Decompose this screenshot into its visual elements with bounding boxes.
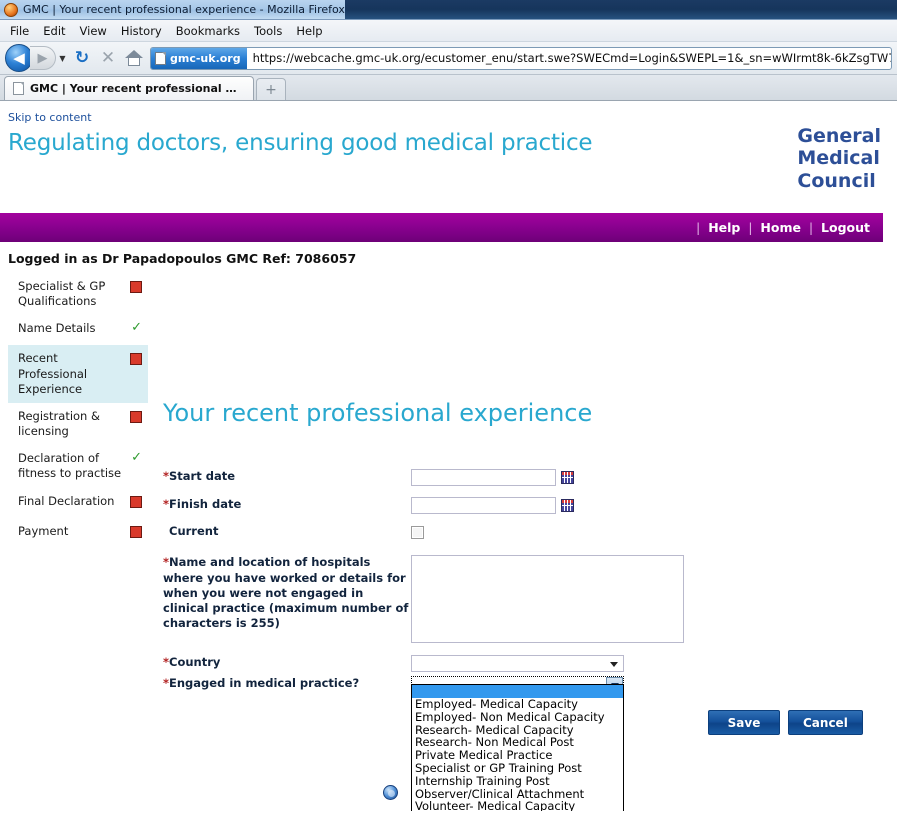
current-checkbox[interactable] — [411, 526, 424, 539]
calendar-icon[interactable] — [561, 499, 574, 512]
label-engaged-in-medical-practice: *Engaged in medical practice? — [163, 676, 360, 691]
back-arrow-icon[interactable]: ◀ — [5, 44, 33, 72]
nav-link-help[interactable]: Help — [708, 220, 740, 235]
menu-edit[interactable]: Edit — [37, 22, 71, 40]
form-actions: Save Cancel — [708, 710, 863, 735]
chevron-down-icon — [610, 662, 618, 668]
recent-experience-form: *Start date *Finish date Current *Name a… — [163, 469, 883, 696]
reload-icon[interactable]: ↻ — [69, 48, 95, 68]
site-identity-badge[interactable]: gmc-uk.org — [151, 47, 247, 69]
skip-to-content-link[interactable]: Skip to content — [0, 101, 897, 124]
browser-titlebar: GMC | Your recent professional experienc… — [0, 0, 897, 20]
forward-arrow-icon[interactable]: ▶ — [30, 46, 56, 70]
sidebar-item-label: Specialist & GP Qualifications — [18, 279, 106, 309]
gmc-logo: General Medical Council — [797, 125, 881, 192]
primary-nav-bar: | Help | Home | Logout — [0, 213, 883, 242]
cancel-button[interactable]: Cancel — [788, 710, 863, 735]
firefox-logo-icon — [4, 2, 18, 17]
form-row-hospitals: *Name and location of hospitals where yo… — [163, 555, 883, 644]
menu-tools[interactable]: Tools — [248, 22, 288, 40]
progress-sidebar: Specialist & GP Qualifications Name Deta… — [8, 273, 148, 548]
tab-label: GMC | Your recent professional expe... — [30, 82, 241, 95]
form-row-finish-date: *Finish date — [163, 497, 883, 514]
url-bar[interactable]: gmc-uk.org https://webcache.gmc-uk.org/e… — [150, 46, 892, 70]
logged-in-status: Logged in as Dr Papadopoulos GMC Ref: 70… — [8, 251, 357, 266]
stop-icon[interactable]: ✕ — [95, 48, 121, 68]
history-dropdown-icon[interactable]: ▼ — [56, 54, 69, 63]
dropdown-option[interactable]: Volunteer- Medical Capacity — [412, 800, 623, 811]
label-hospitals: *Name and location of hospitals where yo… — [163, 555, 409, 631]
menu-file[interactable]: File — [4, 22, 35, 40]
sidebar-item-payment[interactable]: Payment — [8, 518, 148, 548]
hospitals-textarea[interactable] — [411, 555, 684, 644]
status-incomplete-icon — [130, 281, 142, 293]
nav-separator: | — [696, 220, 701, 235]
status-complete-icon: ✓ — [131, 320, 142, 336]
page-document-icon — [155, 51, 166, 65]
logo-line-3: Council — [797, 169, 876, 192]
finish-date-input[interactable] — [411, 497, 556, 514]
site-identity-label: gmc-uk.org — [170, 51, 241, 65]
form-row-start-date: *Start date — [163, 469, 883, 486]
calendar-icon[interactable] — [561, 471, 574, 484]
url-input[interactable]: https://webcache.gmc-uk.org/ecustomer_en… — [247, 51, 891, 65]
menu-bookmarks[interactable]: Bookmarks — [170, 22, 246, 40]
window-title: GMC | Your recent professional experienc… — [23, 3, 345, 16]
page-title: Your recent professional experience — [163, 399, 593, 427]
sidebar-item-label: Payment — [18, 523, 69, 538]
form-row-country: *Country — [163, 655, 883, 673]
nav-link-logout[interactable]: Logout — [821, 220, 870, 235]
new-tab-button[interactable]: + — [256, 78, 286, 100]
sidebar-item-name-details[interactable]: Name Details ✓ — [8, 315, 148, 345]
save-button[interactable]: Save — [708, 710, 780, 735]
browser-navigation-toolbar: ◀ ▶ ▼ ↻ ✕ gmc-uk.org https://webcache.gm… — [0, 42, 897, 75]
sidebar-item-label: Declaration of fitness to practise — [18, 451, 122, 481]
status-incomplete-icon — [130, 495, 142, 508]
status-incomplete-icon — [130, 525, 142, 538]
nav-link-home[interactable]: Home — [760, 220, 801, 235]
sidebar-item-recent-professional-experience[interactable]: Recent Professional Experience — [8, 345, 148, 403]
page-content: Skip to content Regulating doctors, ensu… — [0, 101, 897, 811]
sidebar-item-final-declaration[interactable]: Final Declaration — [8, 488, 148, 518]
status-incomplete-icon — [130, 410, 142, 423]
sidebar-item-specialist-gp-qualifications[interactable]: Specialist & GP Qualifications — [8, 273, 148, 315]
label-current: Current — [169, 524, 219, 538]
sidebar-item-label: Name Details — [18, 321, 96, 336]
globe-icon — [383, 785, 398, 800]
dropdown-option[interactable]: Specialist or GP Training Post — [412, 762, 623, 775]
sidebar-item-label: Registration & licensing — [18, 408, 100, 439]
titlebar-right-fill — [345, 0, 897, 19]
dropdown-option[interactable]: Employed- Medical Capacity — [412, 698, 623, 711]
form-row-current: Current — [163, 524, 883, 539]
browser-menubar: File Edit View History Bookmarks Tools H… — [0, 20, 897, 42]
status-complete-icon: ✓ — [131, 450, 142, 466]
browser-tabbar: GMC | Your recent professional expe... + — [0, 75, 897, 101]
label-finish-date: *Finish date — [163, 497, 242, 511]
home-icon[interactable] — [121, 48, 147, 68]
site-strapline: Regulating doctors, ensuring good medica… — [8, 130, 593, 156]
nav-separator: | — [748, 220, 753, 235]
tab-favicon-icon — [13, 82, 24, 95]
logo-line-2: Medical — [797, 147, 880, 170]
status-incomplete-icon — [130, 353, 142, 366]
nav-separator: | — [808, 220, 814, 235]
menu-view[interactable]: View — [74, 22, 113, 40]
sidebar-item-declaration-of-fitness-to-practise[interactable]: Declaration of fitness to practise ✓ — [8, 445, 148, 487]
sidebar-item-label: Final Declaration — [18, 493, 115, 508]
label-country: *Country — [163, 655, 221, 670]
logo-line-1: General — [797, 125, 881, 147]
label-start-date: *Start date — [163, 469, 236, 483]
dropdown-option[interactable]: Employed- Non Medical Capacity — [412, 710, 623, 724]
sidebar-item-label: Recent Professional Experience — [18, 351, 88, 396]
engaged-in-medical-practice-dropdown-list[interactable]: Employed- Medical Capacity Employed- Non… — [411, 684, 624, 811]
menu-help[interactable]: Help — [290, 22, 328, 40]
sidebar-item-registration-licensing[interactable]: Registration & licensing — [8, 403, 148, 445]
tab-gmc-recent-professional-experience[interactable]: GMC | Your recent professional expe... — [4, 76, 254, 100]
menu-history[interactable]: History — [115, 22, 168, 40]
country-select[interactable] — [411, 655, 624, 673]
start-date-input[interactable] — [411, 469, 556, 486]
dropdown-option[interactable]: Internship Training Post — [412, 774, 623, 788]
